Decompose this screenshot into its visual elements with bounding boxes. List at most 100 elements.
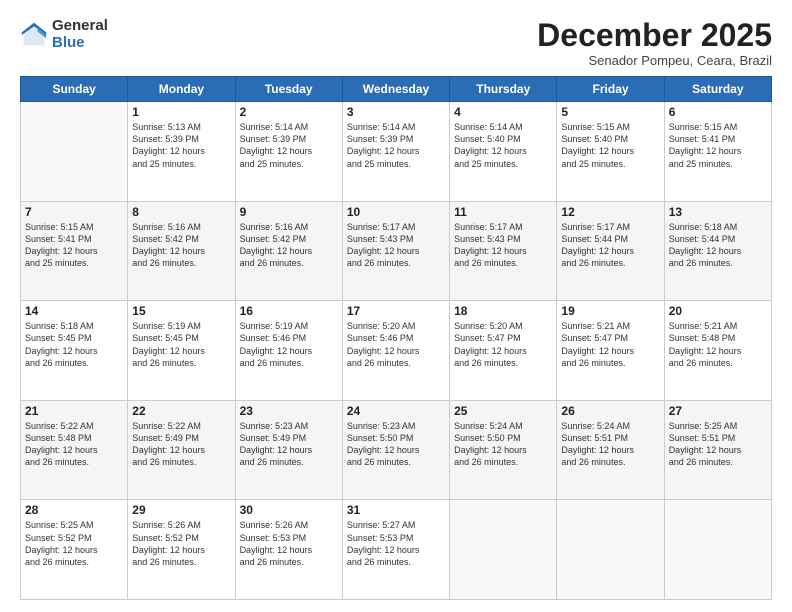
col-tuesday: Tuesday (235, 77, 342, 102)
logo-general-text: General (52, 18, 108, 35)
table-row: 21 Sunrise: 5:22 AM Sunset: 5:48 PM Dayli… (21, 400, 128, 500)
table-row: 17 Sunrise: 5:20 AM Sunset: 5:46 PM Dayli… (342, 301, 449, 401)
day-info: Sunrise: 5:16 AM Sunset: 5:42 PM Dayligh… (240, 221, 338, 270)
table-row: 3 Sunrise: 5:14 AM Sunset: 5:39 PM Daylig… (342, 102, 449, 202)
col-saturday: Saturday (664, 77, 771, 102)
day-number: 2 (240, 105, 338, 119)
day-info: Sunrise: 5:21 AM Sunset: 5:47 PM Dayligh… (561, 320, 659, 369)
day-number: 19 (561, 304, 659, 318)
day-number: 25 (454, 404, 552, 418)
day-number: 20 (669, 304, 767, 318)
day-number: 16 (240, 304, 338, 318)
table-row: 11 Sunrise: 5:17 AM Sunset: 5:43 PM Dayli… (450, 201, 557, 301)
title-block: December 2025 Senador Pompeu, Ceara, Bra… (537, 18, 772, 68)
table-row: 8 Sunrise: 5:16 AM Sunset: 5:42 PM Daylig… (128, 201, 235, 301)
day-number: 21 (25, 404, 123, 418)
col-friday: Friday (557, 77, 664, 102)
day-info: Sunrise: 5:23 AM Sunset: 5:49 PM Dayligh… (240, 420, 338, 469)
day-info: Sunrise: 5:16 AM Sunset: 5:42 PM Dayligh… (132, 221, 230, 270)
table-row: 28 Sunrise: 5:25 AM Sunset: 5:52 PM Dayli… (21, 500, 128, 600)
day-info: Sunrise: 5:23 AM Sunset: 5:50 PM Dayligh… (347, 420, 445, 469)
day-number: 6 (669, 105, 767, 119)
day-number: 30 (240, 503, 338, 517)
table-row: 1 Sunrise: 5:13 AM Sunset: 5:39 PM Daylig… (128, 102, 235, 202)
table-row: 4 Sunrise: 5:14 AM Sunset: 5:40 PM Daylig… (450, 102, 557, 202)
day-info: Sunrise: 5:17 AM Sunset: 5:43 PM Dayligh… (347, 221, 445, 270)
table-row: 6Sunrise: 5:15 AM Sunset: 5:41 PM Daylig… (664, 102, 771, 202)
table-row (21, 102, 128, 202)
day-info: Sunrise: 5:13 AM Sunset: 5:39 PM Dayligh… (132, 121, 230, 170)
day-info: Sunrise: 5:14 AM Sunset: 5:39 PM Dayligh… (347, 121, 445, 170)
day-number: 22 (132, 404, 230, 418)
day-info: Sunrise: 5:14 AM Sunset: 5:40 PM Dayligh… (454, 121, 552, 170)
table-row: 20 Sunrise: 5:21 AM Sunset: 5:48 PM Dayli… (664, 301, 771, 401)
day-number: 7 (25, 205, 123, 219)
day-info: Sunrise: 5:19 AM Sunset: 5:46 PM Dayligh… (240, 320, 338, 369)
day-number: 8 (132, 205, 230, 219)
table-row: 25 Sunrise: 5:24 AM Sunset: 5:50 PM Dayli… (450, 400, 557, 500)
day-info: Sunrise: 5:27 AM Sunset: 5:53 PM Dayligh… (347, 519, 445, 568)
table-row: 7 Sunrise: 5:15 AM Sunset: 5:41 PM Daylig… (21, 201, 128, 301)
day-number: 4 (454, 105, 552, 119)
day-number: 17 (347, 304, 445, 318)
calendar-week-1: 1 Sunrise: 5:13 AM Sunset: 5:39 PM Daylig… (21, 102, 772, 202)
table-row: 29 Sunrise: 5:26 AM Sunset: 5:52 PM Dayli… (128, 500, 235, 600)
page: General Blue December 2025 Senador Pompe… (0, 0, 792, 612)
calendar-week-5: 28 Sunrise: 5:25 AM Sunset: 5:52 PM Dayli… (21, 500, 772, 600)
day-number: 23 (240, 404, 338, 418)
table-row: 19 Sunrise: 5:21 AM Sunset: 5:47 PM Dayli… (557, 301, 664, 401)
table-row: 2Sunrise: 5:14 AM Sunset: 5:39 PM Daylig… (235, 102, 342, 202)
day-number: 18 (454, 304, 552, 318)
day-info: Sunrise: 5:17 AM Sunset: 5:43 PM Dayligh… (454, 221, 552, 270)
day-info: Sunrise: 5:26 AM Sunset: 5:53 PM Dayligh… (240, 519, 338, 568)
calendar-week-3: 14Sunrise: 5:18 AM Sunset: 5:45 PM Dayli… (21, 301, 772, 401)
day-number: 24 (347, 404, 445, 418)
calendar-week-2: 7 Sunrise: 5:15 AM Sunset: 5:41 PM Daylig… (21, 201, 772, 301)
day-info: Sunrise: 5:25 AM Sunset: 5:52 PM Dayligh… (25, 519, 123, 568)
header: General Blue December 2025 Senador Pompe… (20, 18, 772, 68)
day-number: 15 (132, 304, 230, 318)
day-info: Sunrise: 5:24 AM Sunset: 5:50 PM Dayligh… (454, 420, 552, 469)
day-number: 1 (132, 105, 230, 119)
table-row (664, 500, 771, 600)
table-row: 23 Sunrise: 5:23 AM Sunset: 5:49 PM Dayli… (235, 400, 342, 500)
table-row: 14Sunrise: 5:18 AM Sunset: 5:45 PM Dayli… (21, 301, 128, 401)
day-number: 3 (347, 105, 445, 119)
day-info: Sunrise: 5:22 AM Sunset: 5:49 PM Dayligh… (132, 420, 230, 469)
day-info: Sunrise: 5:15 AM Sunset: 5:41 PM Dayligh… (25, 221, 123, 270)
calendar-table: Sunday Monday Tuesday Wednesday Thursday… (20, 76, 772, 600)
day-info: Sunrise: 5:21 AM Sunset: 5:48 PM Dayligh… (669, 320, 767, 369)
day-info: Sunrise: 5:18 AM Sunset: 5:44 PM Dayligh… (669, 221, 767, 270)
day-number: 29 (132, 503, 230, 517)
table-row: 16 Sunrise: 5:19 AM Sunset: 5:46 PM Dayli… (235, 301, 342, 401)
day-number: 14 (25, 304, 123, 318)
day-number: 11 (454, 205, 552, 219)
calendar-week-4: 21 Sunrise: 5:22 AM Sunset: 5:48 PM Dayli… (21, 400, 772, 500)
day-info: Sunrise: 5:17 AM Sunset: 5:44 PM Dayligh… (561, 221, 659, 270)
day-number: 31 (347, 503, 445, 517)
month-title: December 2025 (537, 18, 772, 53)
day-info: Sunrise: 5:26 AM Sunset: 5:52 PM Dayligh… (132, 519, 230, 568)
table-row: 26Sunrise: 5:24 AM Sunset: 5:51 PM Dayli… (557, 400, 664, 500)
day-info: Sunrise: 5:19 AM Sunset: 5:45 PM Dayligh… (132, 320, 230, 369)
day-number: 5 (561, 105, 659, 119)
table-row: 31 Sunrise: 5:27 AM Sunset: 5:53 PM Dayli… (342, 500, 449, 600)
day-number: 13 (669, 205, 767, 219)
logo-text: General Blue (52, 18, 108, 51)
calendar-header-row: Sunday Monday Tuesday Wednesday Thursday… (21, 77, 772, 102)
table-row: 10 Sunrise: 5:17 AM Sunset: 5:43 PM Dayli… (342, 201, 449, 301)
table-row: 18 Sunrise: 5:20 AM Sunset: 5:47 PM Dayli… (450, 301, 557, 401)
table-row: 5 Sunrise: 5:15 AM Sunset: 5:40 PM Daylig… (557, 102, 664, 202)
day-info: Sunrise: 5:20 AM Sunset: 5:47 PM Dayligh… (454, 320, 552, 369)
day-info: Sunrise: 5:15 AM Sunset: 5:40 PM Dayligh… (561, 121, 659, 170)
table-row: 15 Sunrise: 5:19 AM Sunset: 5:45 PM Dayli… (128, 301, 235, 401)
table-row (557, 500, 664, 600)
col-sunday: Sunday (21, 77, 128, 102)
day-info: Sunrise: 5:20 AM Sunset: 5:46 PM Dayligh… (347, 320, 445, 369)
logo-icon (20, 21, 48, 49)
logo: General Blue (20, 18, 108, 51)
day-info: Sunrise: 5:22 AM Sunset: 5:48 PM Dayligh… (25, 420, 123, 469)
table-row: 13 Sunrise: 5:18 AM Sunset: 5:44 PM Dayli… (664, 201, 771, 301)
day-number: 10 (347, 205, 445, 219)
day-number: 28 (25, 503, 123, 517)
